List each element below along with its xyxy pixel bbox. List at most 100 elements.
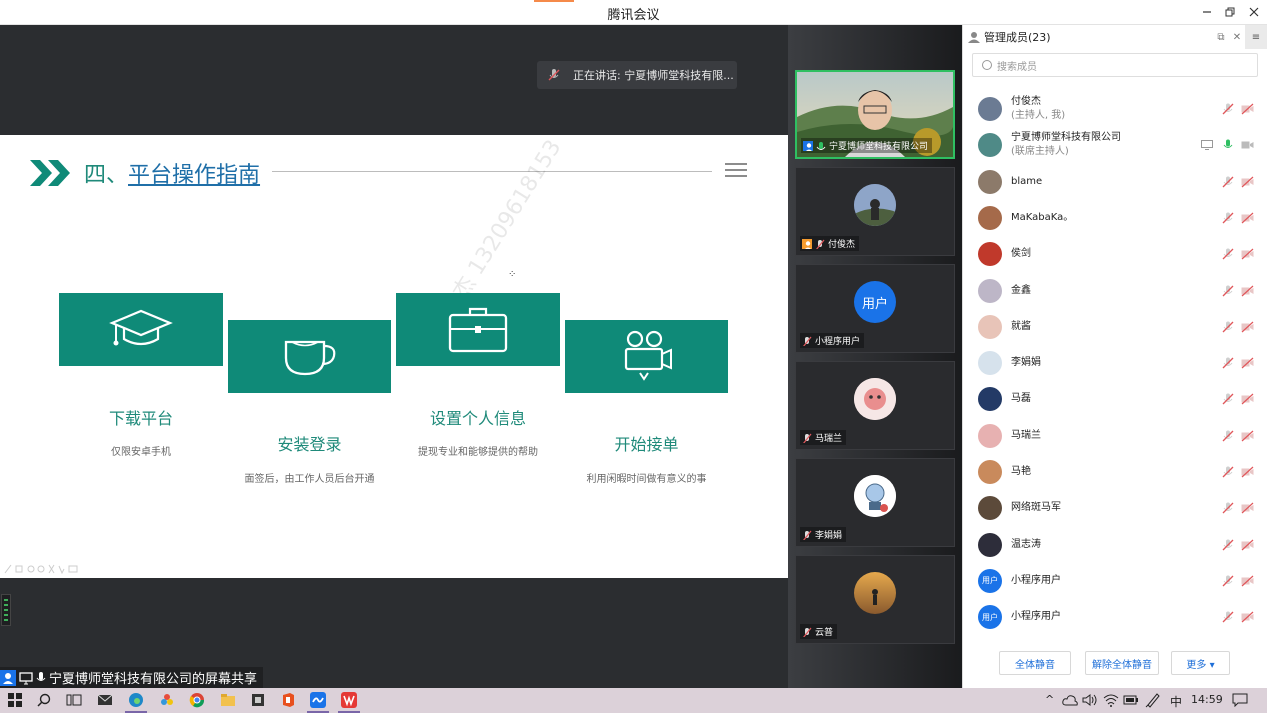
notification-icon[interactable] [1232, 692, 1248, 708]
member-row[interactable]: 用户 小程序用户 [963, 563, 1267, 599]
chrome-icon[interactable] [189, 692, 205, 708]
more-button[interactable]: 更多 ▾ [1171, 651, 1230, 675]
camera-off-icon[interactable] [1241, 466, 1254, 478]
member-row[interactable]: 马艳 [963, 454, 1267, 490]
member-row[interactable]: 用户 小程序用户 [963, 599, 1267, 635]
mic-muted-icon[interactable] [1222, 539, 1234, 551]
annotation-toolbar[interactable] [4, 564, 80, 577]
edge-browser-icon[interactable] [128, 692, 144, 708]
mic-muted-icon[interactable] [1222, 357, 1234, 369]
battery-icon[interactable] [1123, 692, 1139, 708]
camera-off-icon[interactable] [1241, 103, 1254, 115]
member-search-input[interactable]: 搜索成员 [972, 53, 1258, 77]
file-explorer-icon[interactable] [220, 692, 236, 708]
graduation-cap-icon [109, 309, 173, 345]
task-view-icon[interactable] [66, 692, 82, 708]
member-row[interactable]: 李娟娟 [963, 345, 1267, 381]
mic-muted-icon[interactable] [1222, 430, 1234, 442]
video-tile-lijuanjuan[interactable]: 李娟娟 [795, 458, 955, 547]
member-avatar [978, 133, 1002, 158]
member-row[interactable]: 就酱 [963, 309, 1267, 345]
annotation-tools-icon [4, 564, 78, 575]
step-title-4: 开始接单 [614, 435, 679, 454]
menu-icon[interactable] [725, 163, 747, 179]
video-tile-maruilan[interactable]: 马瑞兰 [795, 361, 955, 450]
mic-muted-icon[interactable] [1222, 611, 1234, 623]
avatar: 用户 [854, 281, 896, 323]
teacup-icon [284, 340, 335, 375]
camera-off-icon[interactable] [1241, 248, 1254, 260]
mic-muted-icon[interactable] [1222, 321, 1234, 333]
close-button[interactable] [1243, 3, 1265, 21]
unmute-all-button[interactable]: 解除全体静音 [1085, 651, 1159, 675]
camera-off-icon[interactable] [1241, 575, 1254, 587]
mute-all-button[interactable]: 全体静音 [999, 651, 1071, 675]
member-name: 就酱 [1011, 320, 1031, 334]
member-name-text: 侯剑 [1011, 248, 1031, 260]
member-role: (主持人, 我) [1011, 110, 1066, 121]
search-icon[interactable] [36, 692, 52, 708]
camera-off-icon[interactable] [1241, 285, 1254, 297]
member-row[interactable]: 马瑞兰 [963, 418, 1267, 454]
restore-button[interactable] [1219, 3, 1241, 21]
video-tile-miniprogram-user[interactable]: 用户 小程序用户 [795, 264, 955, 353]
cloud-icon[interactable] [1062, 692, 1078, 708]
member-row[interactable]: 付俊杰 (主持人, 我) [963, 91, 1267, 127]
tray-chevron[interactable]: ^ [1045, 693, 1054, 706]
camera-off-icon[interactable] [1241, 430, 1254, 442]
clock[interactable]: 14:59 [1191, 693, 1223, 706]
app-icon-dark[interactable] [250, 692, 266, 708]
member-row[interactable]: 侯剑 [963, 236, 1267, 272]
camera-off-icon[interactable] [1241, 212, 1254, 224]
briefcase-icon [448, 307, 508, 352]
mic-muted-icon[interactable] [1222, 103, 1234, 115]
member-name: 马瑞兰 [1011, 429, 1041, 443]
ime-indicator[interactable]: 中 [1170, 693, 1182, 710]
member-row[interactable]: 温志涛 [963, 527, 1267, 563]
mic-muted-icon[interactable] [1222, 248, 1234, 260]
member-name-text: 马瑞兰 [1011, 429, 1041, 441]
mic-muted-icon[interactable] [1222, 393, 1234, 405]
camera-off-icon[interactable] [1241, 502, 1254, 514]
office-icon[interactable] [280, 692, 296, 708]
step-card-start [565, 320, 728, 393]
panel-close-icon[interactable]: ✕ [1229, 32, 1245, 43]
video-tile-host[interactable]: 宁夏博师堂科技有限公司 [795, 70, 955, 159]
mail-icon[interactable] [97, 692, 113, 708]
mic-active-icon[interactable] [1222, 139, 1234, 151]
camera-off-icon[interactable] [1241, 321, 1254, 333]
mic-muted-icon[interactable] [1222, 502, 1234, 514]
member-avatar [978, 314, 1002, 339]
wifi-icon[interactable] [1103, 692, 1119, 708]
member-row[interactable]: 网络斑马军 [963, 490, 1267, 526]
mic-muted-icon[interactable] [1222, 466, 1234, 478]
popout-icon[interactable]: ⧉ [1213, 32, 1229, 43]
camera-icon[interactable] [1241, 139, 1254, 151]
volume-icon[interactable] [1082, 692, 1098, 708]
pen-icon[interactable] [1145, 692, 1161, 708]
panel-menu-icon[interactable]: ≡ [1245, 25, 1267, 49]
mic-muted-icon[interactable] [1222, 575, 1234, 587]
step-title-1: 下载平台 [108, 409, 173, 428]
video-tile-fujunjie[interactable]: 付俊杰 [795, 167, 955, 256]
member-row[interactable]: MaKabaKa。 [963, 200, 1267, 236]
camera-off-icon[interactable] [1241, 357, 1254, 369]
camera-off-icon[interactable] [1241, 176, 1254, 188]
tencent-meeting-icon[interactable] [310, 692, 326, 708]
member-row[interactable]: blame [963, 164, 1267, 200]
member-row[interactable]: 宁夏博师堂科技有限公司 (联席主持人) [963, 127, 1267, 163]
mic-muted-icon[interactable] [1222, 285, 1234, 297]
wps-icon[interactable] [341, 692, 357, 708]
windows-start-icon[interactable] [7, 692, 23, 708]
camera-off-icon[interactable] [1241, 611, 1254, 623]
camera-off-icon[interactable] [1241, 539, 1254, 551]
panel-title: 管理成员(23) [984, 31, 1051, 44]
video-tile-yunpu[interactable]: 云普 [795, 555, 955, 644]
minimize-button[interactable] [1196, 3, 1218, 21]
mic-muted-icon[interactable] [1222, 212, 1234, 224]
app-icon-flower[interactable] [159, 692, 175, 708]
member-row[interactable]: 金鑫 [963, 273, 1267, 309]
member-row[interactable]: 马磊 [963, 381, 1267, 417]
mic-muted-icon[interactable] [1222, 176, 1234, 188]
camera-off-icon[interactable] [1241, 393, 1254, 405]
